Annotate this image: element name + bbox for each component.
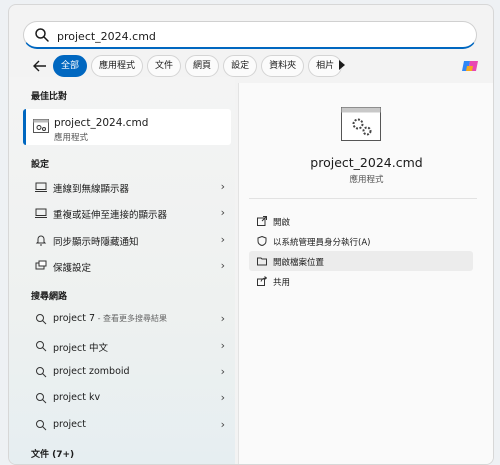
settings-item-label: 重複或延伸至連接的顯示器 <box>53 210 168 221</box>
copilot-icon[interactable] <box>461 57 479 75</box>
filter-photos[interactable]: 相片 <box>308 55 343 77</box>
web-item[interactable]: project 7 - 查看更多搜尋結果 › <box>23 306 231 332</box>
cmd-file-icon <box>341 107 381 141</box>
web-item-label: project kv <box>53 392 101 403</box>
back-arrow-icon[interactable] <box>31 57 49 75</box>
best-match-heading: 最佳比對 <box>31 92 68 102</box>
more-filters-icon[interactable] <box>339 60 345 70</box>
documents-heading[interactable]: 文件 (7+) <box>31 447 74 460</box>
search-icon <box>36 314 47 325</box>
web-item-label: project <box>53 419 86 430</box>
filter-folders[interactable]: 資料夾 <box>261 55 305 77</box>
web-heading: 搜尋網路 <box>31 292 68 302</box>
search-icon <box>36 393 47 404</box>
best-match-type: 應用程式 <box>54 133 89 143</box>
chevron-right-icon: › <box>220 233 225 246</box>
search-icon <box>36 367 47 378</box>
detail-pane: project_2024.cmd 應用程式 開啟 以系統管理員身分執行(A) 開… <box>238 83 493 464</box>
chevron-right-icon: › <box>220 339 225 352</box>
open-icon <box>257 216 267 226</box>
cmd-file-icon <box>33 119 49 133</box>
search-box[interactable] <box>23 21 477 49</box>
chevron-right-icon: › <box>220 180 225 193</box>
chevron-right-icon: › <box>220 206 225 219</box>
filter-apps[interactable]: 應用程式 <box>91 55 144 77</box>
bell-icon <box>35 235 47 246</box>
chevron-right-icon: › <box>220 312 225 325</box>
chevron-right-icon: › <box>220 259 225 272</box>
monitor-icon <box>35 208 47 218</box>
search-input[interactable] <box>55 25 459 47</box>
settings-item-label: 連線到無線顯示器 <box>53 184 130 195</box>
screen-icon <box>35 260 47 270</box>
search-window: 全部 應用程式 文件 網頁 設定 資料夾 相片 最佳比對 project_202… <box>8 4 494 465</box>
action-open[interactable]: 開啟 <box>249 211 473 231</box>
settings-item[interactable]: 重複或延伸至連接的顯示器 › <box>23 200 231 226</box>
share-icon <box>257 276 267 286</box>
search-icon <box>36 420 47 431</box>
web-item-label: project zomboid <box>53 366 130 377</box>
web-item[interactable]: project zomboid › <box>23 359 231 385</box>
detail-type: 應用程式 <box>349 175 384 185</box>
settings-item[interactable]: 同步顯示時隱藏通知 › <box>23 227 231 253</box>
web-item[interactable]: project › <box>23 412 231 438</box>
filter-web[interactable]: 網頁 <box>185 55 220 77</box>
best-match-name: project_2024.cmd <box>54 117 149 129</box>
settings-item[interactable]: 保護設定 › <box>23 253 231 279</box>
folder-icon <box>257 257 267 266</box>
chevron-right-icon: › <box>220 391 225 404</box>
settings-heading: 設定 <box>31 160 50 170</box>
web-item[interactable]: project kv › <box>23 385 231 411</box>
search-icon <box>36 341 47 352</box>
action-run-as-admin[interactable]: 以系統管理員身分執行(A) <box>249 231 473 251</box>
filter-tabs: 全部 應用程式 文件 網頁 設定 資料夾 相片 <box>53 55 343 77</box>
action-label: 以系統管理員身分執行(A) <box>273 238 371 248</box>
detail-title: project_2024.cmd <box>310 155 423 170</box>
web-item-sub: - 查看更多搜尋結果 <box>95 314 168 323</box>
web-item[interactable]: project 中文 › <box>23 333 231 359</box>
action-label: 開啟 <box>273 218 291 228</box>
settings-item-label: 保護設定 <box>53 263 92 274</box>
chevron-right-icon: › <box>220 418 225 431</box>
filter-all[interactable]: 全部 <box>53 55 88 77</box>
web-item-label: project 7 <box>53 313 96 324</box>
action-share[interactable]: 共用 <box>249 271 473 291</box>
action-label: 開啟檔案位置 <box>273 258 325 268</box>
web-item-label: project 中文 <box>53 343 108 354</box>
settings-item-label: 同步顯示時隱藏通知 <box>53 237 139 248</box>
search-icon <box>35 28 49 42</box>
action-open-file-location[interactable]: 開啟檔案位置 <box>249 251 473 271</box>
best-match-item[interactable]: project_2024.cmd 應用程式 <box>23 109 231 145</box>
monitor-icon <box>35 182 47 192</box>
action-label: 共用 <box>273 278 291 288</box>
divider <box>249 198 477 199</box>
filter-settings[interactable]: 設定 <box>223 55 258 77</box>
settings-item[interactable]: 連線到無線顯示器 › <box>23 174 231 200</box>
filter-documents[interactable]: 文件 <box>147 55 182 77</box>
shield-icon <box>257 236 267 246</box>
chevron-right-icon: › <box>220 365 225 378</box>
